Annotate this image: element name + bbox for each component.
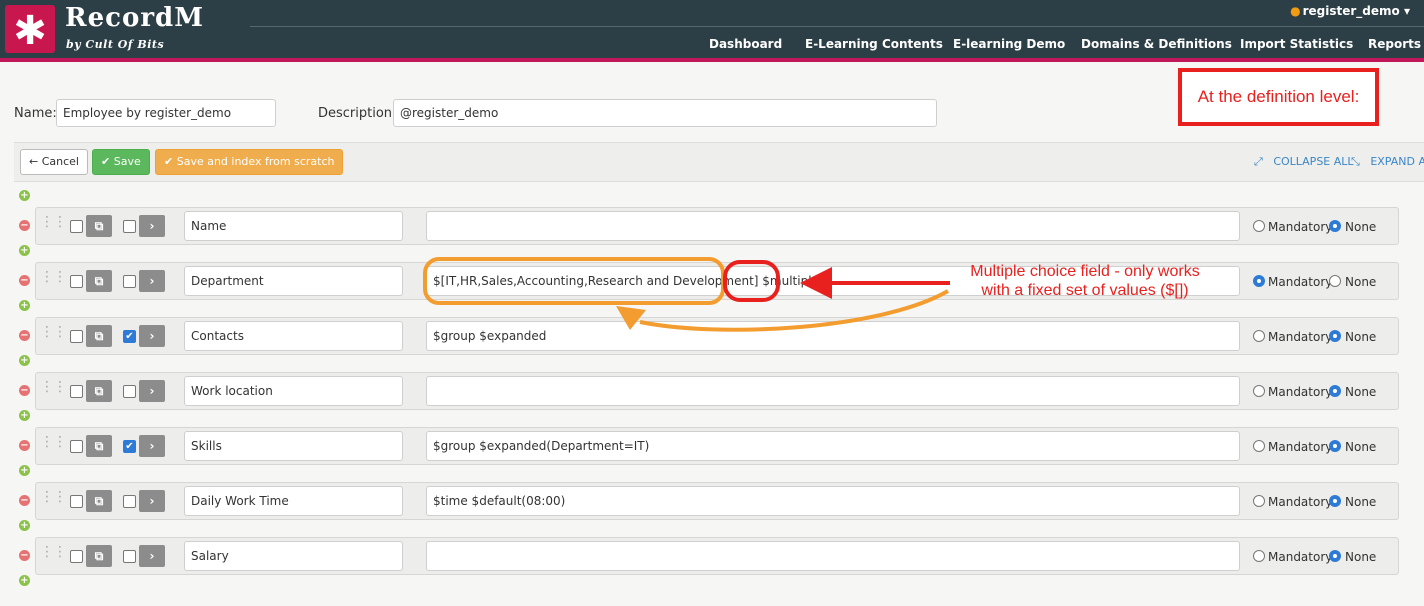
multiple-choice-callout: Multiple choice field - only works with … (935, 262, 1235, 300)
values-highlight-circle (423, 257, 725, 305)
callout-line-2: with a fixed set of values ($[]) (981, 282, 1189, 299)
multiple-highlight-circle (723, 260, 780, 302)
orange-arrowhead (616, 306, 646, 330)
callout-orange-arrow (639, 289, 949, 332)
callout-line-1: Multiple choice field - only works (970, 263, 1200, 280)
annotation-overlay (423, 257, 950, 332)
